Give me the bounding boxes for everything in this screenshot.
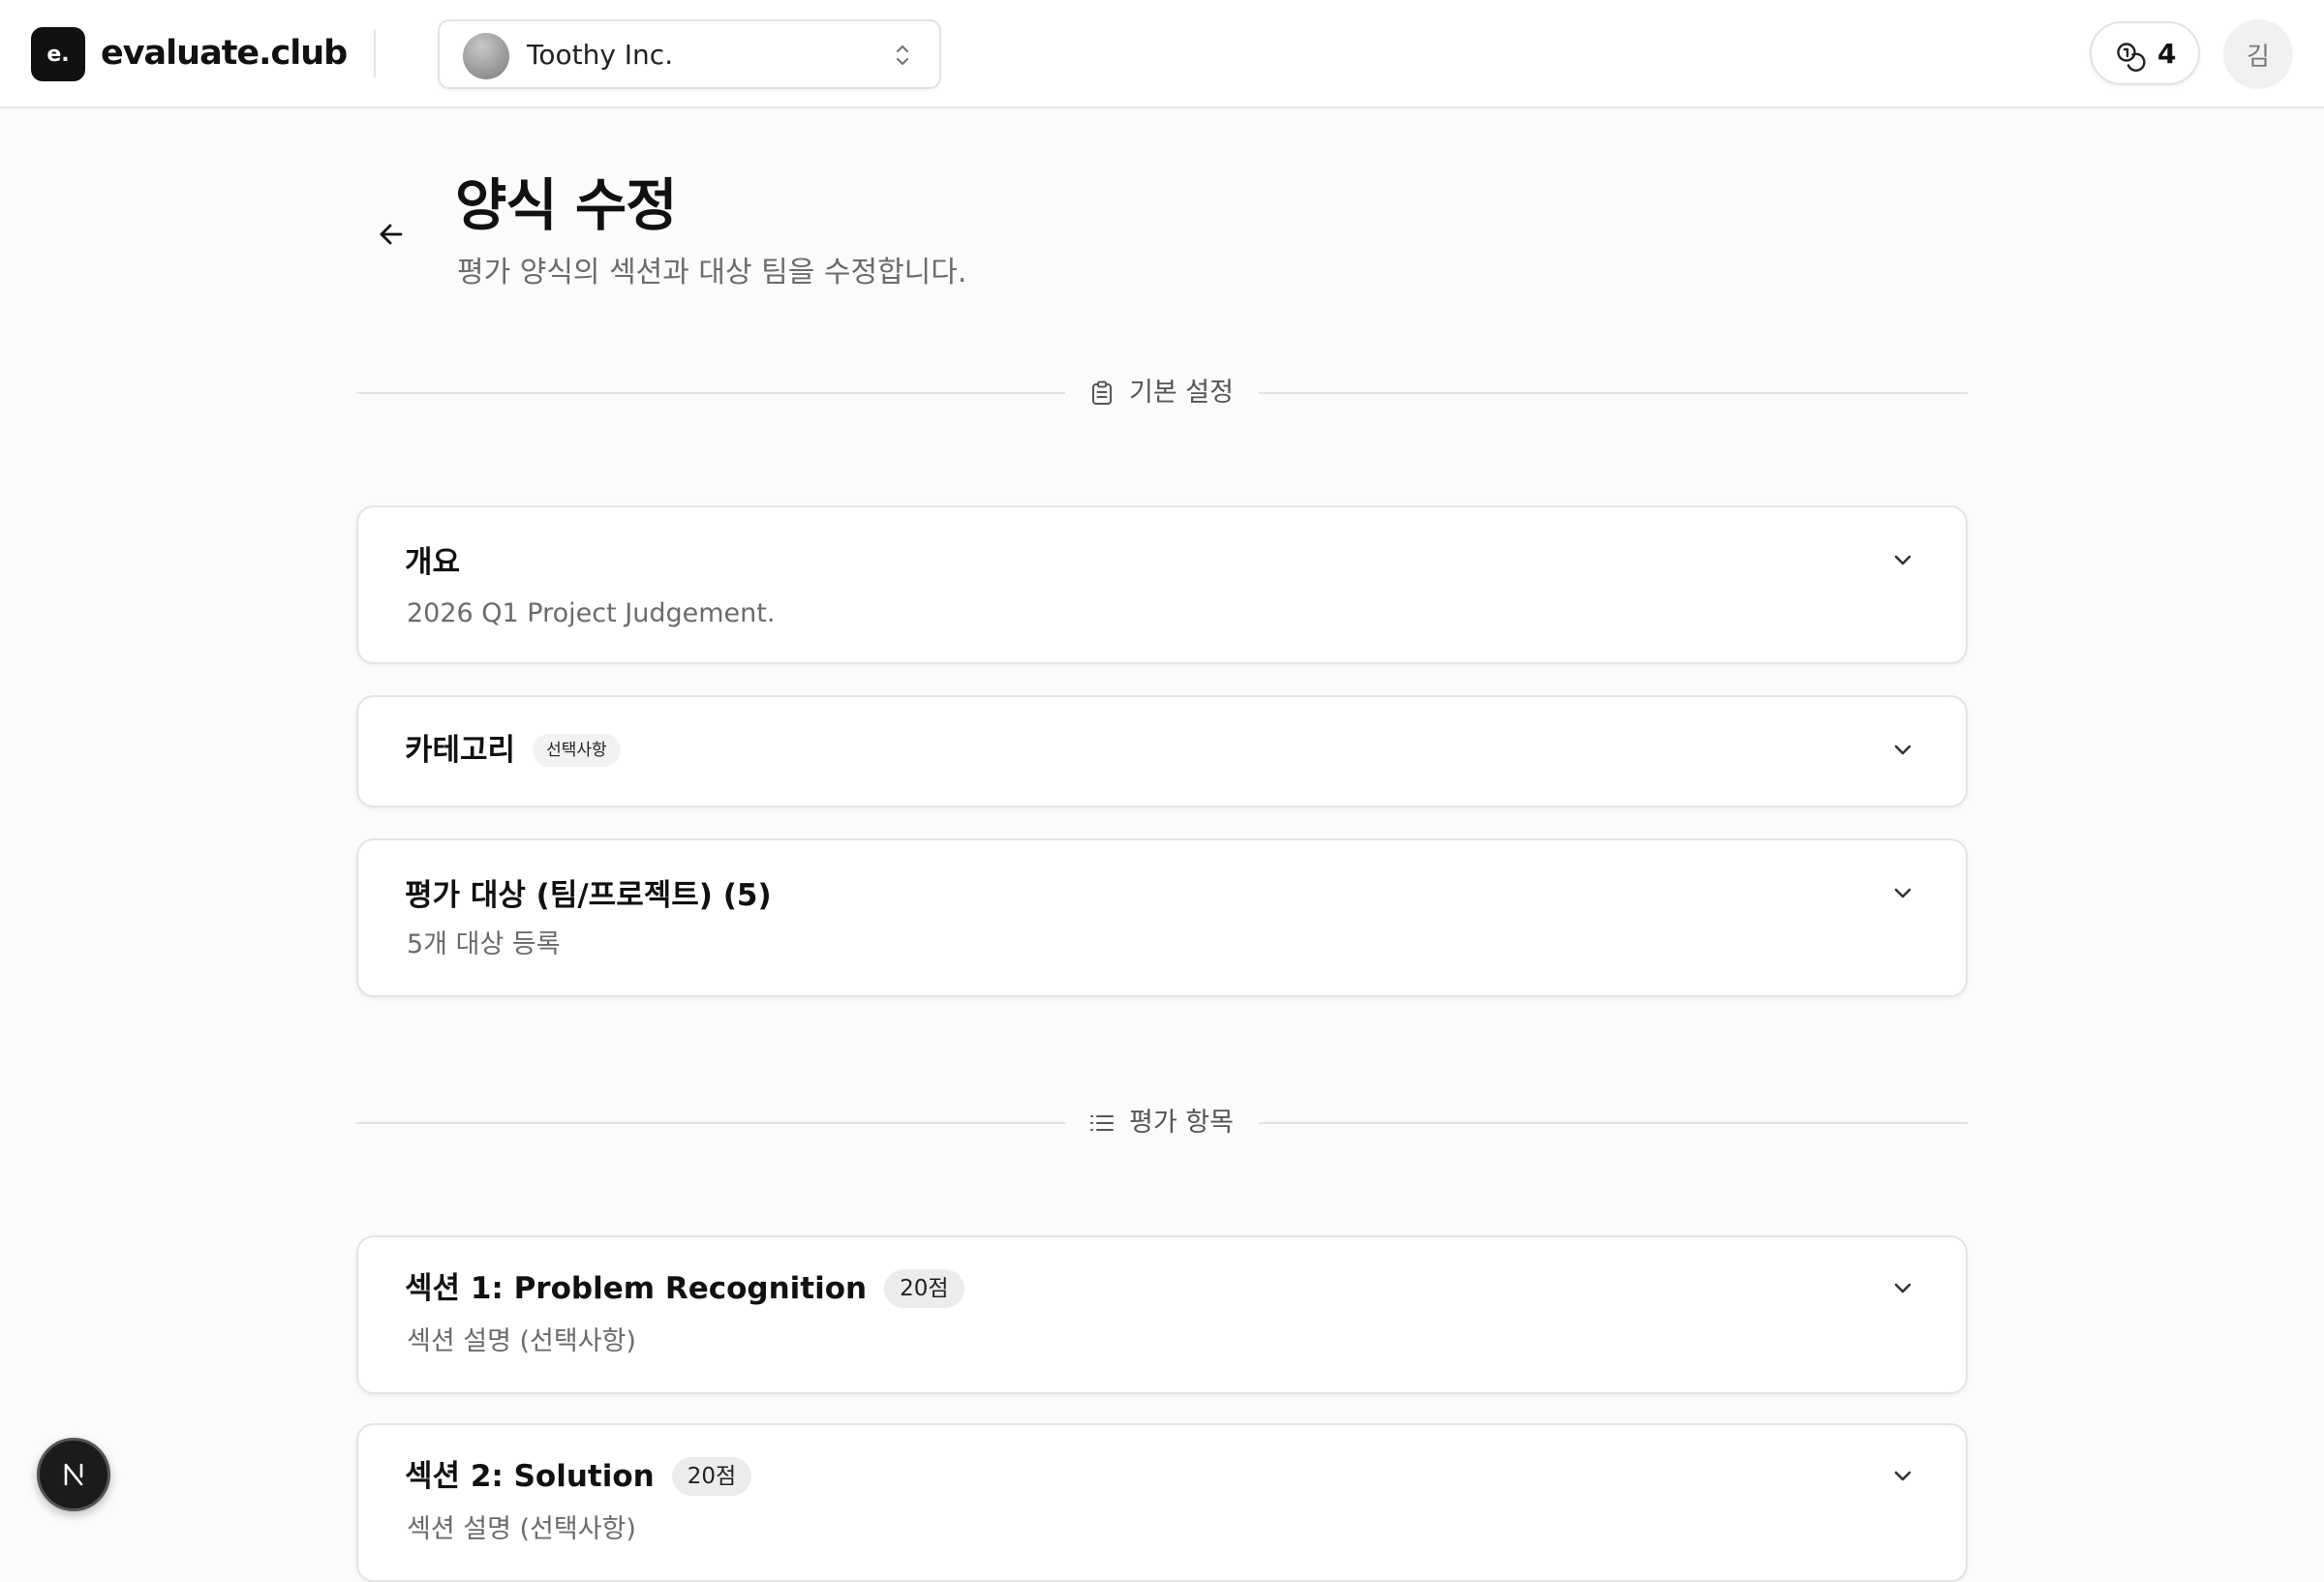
page-subtitle: 평가 양식의 섹션과 대상 팀을 수정합니다. [457, 256, 967, 289]
section-card[interactable]: 섹션 2: Solution 20점 섹션 설명 (선택사항) [356, 1423, 1968, 1582]
targets-card[interactable]: 평가 대상 (팀/프로젝트) (5) 5개 대상 등록 [356, 838, 1968, 997]
overview-card[interactable]: 개요 2026 Q1 Project Judgement. [356, 505, 1968, 664]
section-title: 섹션 1: Problem Recognition 20점 [405, 1268, 964, 1309]
nextjs-logo-icon [64, 1463, 83, 1486]
section-card[interactable]: 섹션 1: Problem Recognition 20점 섹션 설명 (선택사… [356, 1235, 1968, 1394]
basic-settings-label: 기본 설정 [1129, 378, 1234, 408]
credits-button[interactable]: 4 [2090, 21, 2200, 85]
optional-badge: 선택사항 [533, 734, 621, 767]
header-divider [374, 29, 376, 77]
chevron-down-icon[interactable] [1890, 738, 1915, 763]
chevron-down-icon[interactable] [1890, 1276, 1915, 1301]
logo-mark: e. [46, 42, 70, 67]
page-title: 양식 수정 [455, 172, 678, 238]
coins-icon [2117, 43, 2146, 72]
section-title: 섹션 2: Solution 20점 [405, 1456, 752, 1497]
app-brand[interactable]: evaluate.club [101, 31, 348, 76]
org-name: Toothy Inc. [527, 39, 674, 71]
evaluation-items-divider: 평가 항목 [356, 1104, 1968, 1142]
card-title: 개요 [405, 545, 461, 580]
chevron-down-icon[interactable] [1890, 548, 1915, 573]
card-description: 5개 대상 등록 [407, 929, 561, 959]
list-icon [1090, 1115, 1114, 1131]
chevron-up-down-icon [896, 45, 909, 66]
app-logo[interactable]: e. [31, 27, 85, 81]
card-title: 평가 대상 (팀/프로젝트) (5) [405, 878, 772, 913]
user-avatar[interactable]: 김 [2223, 19, 2293, 89]
top-bar: e. evaluate.club Toothy Inc. 4 김 [0, 0, 2324, 108]
org-avatar [463, 33, 509, 79]
basic-settings-divider: 기본 설정 [356, 374, 1968, 412]
card-title: 카테고리 선택사항 [405, 730, 621, 771]
chevron-down-icon[interactable] [1890, 881, 1915, 906]
chevron-down-icon[interactable] [1890, 1464, 1915, 1489]
clipboard-icon [1092, 380, 1112, 405]
user-initial: 김 [2247, 42, 2270, 72]
section-description: 섹션 설명 (선택사항) [407, 1326, 636, 1356]
credits-count: 4 [2157, 38, 2177, 70]
arrow-left-icon[interactable] [374, 217, 409, 252]
evaluation-items-label: 평가 항목 [1129, 1108, 1234, 1138]
category-card[interactable]: 카테고리 선택사항 [356, 695, 1968, 807]
points-badge: 20점 [884, 1269, 964, 1308]
points-badge: 20점 [671, 1457, 752, 1496]
organization-selector[interactable]: Toothy Inc. [438, 19, 941, 89]
section-description: 섹션 설명 (선택사항) [407, 1514, 636, 1544]
card-description: 2026 Q1 Project Judgement. [407, 598, 776, 628]
dev-tools-button[interactable] [37, 1438, 110, 1511]
